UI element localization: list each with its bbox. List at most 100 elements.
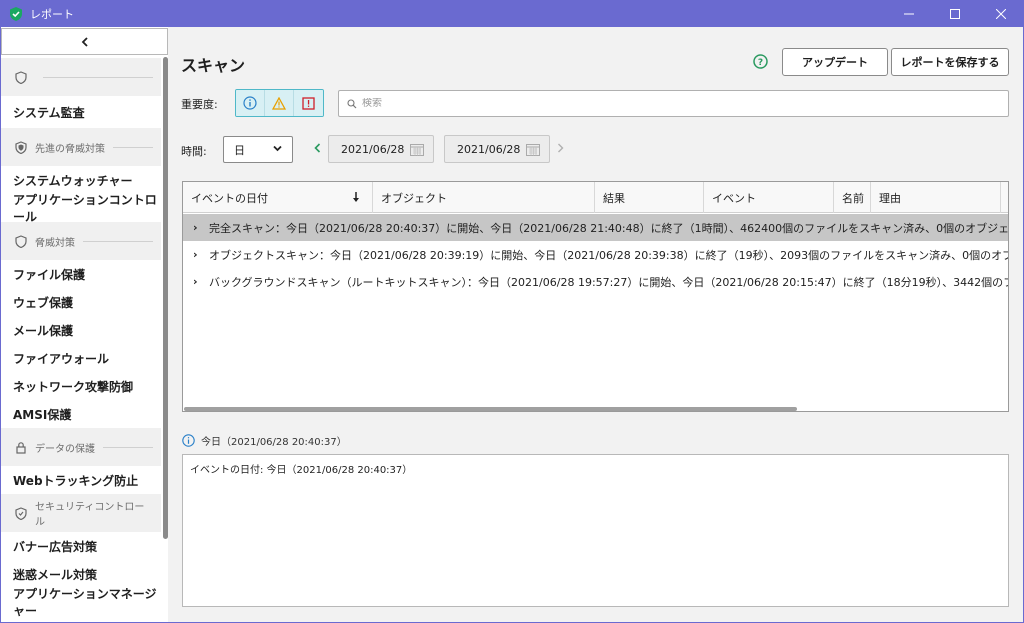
critical-icon [302, 96, 315, 110]
table-row[interactable]: › オブジェクトスキャン：今日（2021/06/28 20:39:19）に開始、… [183, 241, 1009, 268]
info-icon [182, 434, 195, 447]
period-select[interactable]: 日 [223, 136, 293, 163]
sidebar-group-label: 脅威対策 [35, 237, 75, 249]
group-divider [113, 146, 153, 148]
maximize-button[interactable] [932, 0, 978, 27]
sidebar-item-system-audit[interactable]: システム監査 [1, 96, 161, 128]
minimize-icon [904, 13, 914, 14]
shield-icon [15, 234, 27, 248]
sidebar-group-advanced: 先進の脅威対策 [1, 128, 161, 166]
chevron-left-icon [313, 143, 320, 153]
sidebar-item-system-watcher[interactable]: システムウォッチャー [1, 166, 161, 194]
column-label: 理由 [879, 191, 901, 205]
severity-info-toggle[interactable] [236, 90, 265, 116]
main-panel: スキャン ? アップデート レポートを保存する 重要度: 時間: 日 2021/… [168, 27, 1023, 622]
shield-icon [15, 70, 27, 84]
severity-filter [235, 89, 324, 117]
svg-text:?: ? [758, 58, 763, 68]
table-horizontal-scrollbar[interactable] [184, 407, 797, 411]
detail-header-text: 今日（2021/06/28 20:40:37） [201, 437, 347, 448]
sidebar-item-anti-spam[interactable]: 迷惑メール対策 [1, 560, 161, 588]
severity-warning-toggle[interactable] [265, 90, 294, 116]
chevron-right-icon[interactable]: › [193, 221, 209, 234]
severity-critical-toggle[interactable] [294, 90, 323, 116]
app-shield-icon [10, 6, 22, 21]
search-input[interactable] [362, 98, 962, 109]
warning-icon [272, 96, 286, 110]
chevron-right-icon[interactable]: › [193, 275, 209, 288]
page-title: スキャン [181, 56, 246, 75]
lock-icon [16, 441, 26, 454]
column-label: 名前 [842, 191, 864, 205]
advanced-shield-icon [15, 140, 27, 154]
sidebar-item-web-tracking[interactable]: Webトラッキング防止 [1, 466, 161, 494]
sidebar-item-app-control[interactable]: アプリケーションコントロール [1, 193, 161, 224]
column-event-date[interactable]: イベントの日付 [183, 182, 373, 213]
group-divider [43, 76, 153, 78]
column-label: オブジェクト [381, 191, 447, 205]
chevron-right-icon [557, 143, 563, 153]
date-from-field[interactable]: 2021/06/28 [328, 135, 434, 163]
sidebar-item-firewall[interactable]: ファイアウォール [1, 344, 161, 372]
sidebar-group-label: データの保護 [35, 443, 95, 455]
detail-header: 今日（2021/06/28 20:40:37） [182, 433, 347, 448]
column-label: イベント [712, 191, 756, 205]
row-text: 完全スキャン：今日（2021/06/28 20:40:37）に開始、今日（202… [209, 221, 1009, 235]
sort-descending-icon [353, 192, 359, 202]
sidebar-group-data: データの保護 [1, 428, 161, 466]
close-button[interactable] [978, 0, 1024, 27]
column-reason[interactable]: 理由 [871, 182, 1001, 213]
column-label: 結果 [603, 191, 625, 205]
group-divider [103, 446, 153, 448]
update-button[interactable]: アップデート [782, 48, 888, 76]
date-to-field[interactable]: 2021/06/28 [444, 135, 550, 163]
table-row[interactable]: › 完全スキャン：今日（2021/06/28 20:40:37）に開始、今日（2… [183, 214, 1009, 241]
group-divider [83, 240, 153, 242]
sidebar-item-mail-protection[interactable]: メール保護 [1, 316, 161, 344]
sidebar: システム監査 先進の脅威対策 システムウォッチャー アプリケーションコントロール… [1, 27, 168, 622]
save-report-button[interactable]: レポートを保存する [891, 48, 1009, 76]
title-bar: レポート [0, 0, 1024, 27]
chevron-down-icon [273, 145, 282, 152]
row-text: バックグラウンドスキャン（ルートキットスキャン）：今日（2021/06/28 1… [209, 275, 1009, 289]
sidebar-item-app-manager[interactable]: アプリケーションマネージャー [1, 587, 161, 618]
search-icon [347, 98, 357, 108]
time-label: 時間: [181, 145, 207, 158]
sidebar-group-security-control: セキュリティコントロール [1, 494, 161, 532]
minimize-button[interactable] [886, 0, 932, 27]
sidebar-item-amsi[interactable]: AMSI保護 [1, 400, 161, 428]
calendar-icon [410, 144, 424, 156]
sidebar-nav: システム監査 先進の脅威対策 システムウォッチャー アプリケーションコントロール… [1, 58, 161, 618]
table-header: イベントの日付 オブジェクト 結果 イベント 名前 理由 [183, 182, 1008, 213]
sidebar-group-label: 先進の脅威対策 [35, 143, 105, 155]
period-value: 日 [234, 143, 245, 157]
maximize-icon [950, 8, 960, 19]
sidebar-item-network-attack[interactable]: ネットワーク攻撃防御 [1, 372, 161, 400]
previous-period-button[interactable] [311, 141, 323, 155]
column-event[interactable]: イベント [704, 182, 834, 213]
sidebar-item-web-protection[interactable]: ウェブ保護 [1, 288, 161, 316]
search-field[interactable] [338, 90, 1009, 117]
column-object[interactable]: オブジェクト [373, 182, 595, 213]
column-label: イベントの日付 [191, 191, 268, 205]
calendar-icon [526, 144, 540, 156]
close-icon [996, 8, 1006, 19]
column-name[interactable]: 名前 [834, 182, 871, 213]
chevron-left-icon [81, 36, 88, 47]
sidebar-group-label: セキュリティコントロール [35, 502, 145, 528]
row-text: オブジェクトスキャン：今日（2021/06/28 20:39:19）に開始、今日… [209, 248, 1009, 262]
help-icon[interactable]: ? [753, 54, 768, 69]
collapse-sidebar-button[interactable] [1, 28, 168, 55]
severity-label: 重要度: [181, 98, 218, 111]
column-result[interactable]: 結果 [595, 182, 704, 213]
sidebar-item-anti-banner[interactable]: バナー広告対策 [1, 532, 161, 560]
chevron-right-icon[interactable]: › [193, 248, 209, 261]
sidebar-group-audit [1, 58, 161, 96]
security-control-icon [15, 506, 27, 520]
sidebar-group-threat: 脅威対策 [1, 222, 161, 260]
table-row[interactable]: › バックグラウンドスキャン（ルートキットスキャン）：今日（2021/06/28… [183, 268, 1009, 295]
event-detail-panel: イベントの日付: 今日（2021/06/28 20:40:37） [182, 454, 1009, 607]
next-period-button[interactable] [554, 141, 566, 155]
date-to-value: 2021/06/28 [457, 142, 521, 156]
sidebar-item-file-protection[interactable]: ファイル保護 [1, 260, 161, 288]
